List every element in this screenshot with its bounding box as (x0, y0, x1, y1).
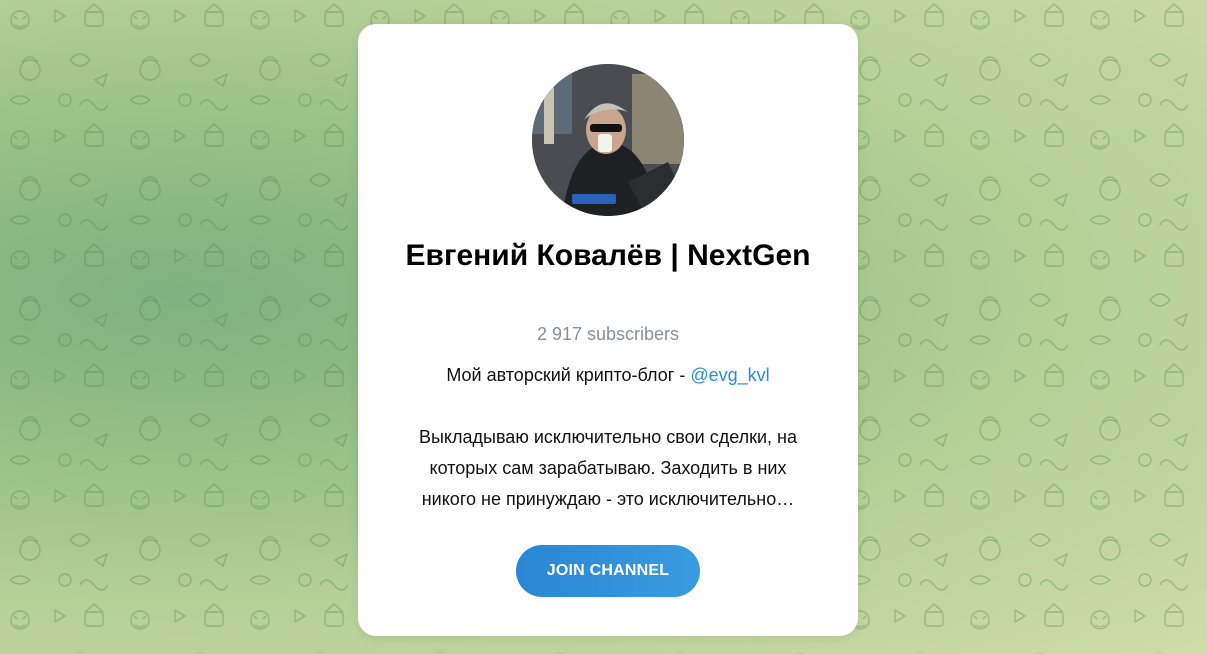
description-line: которых сам зарабатываю. Заходить в них (429, 458, 787, 478)
description-line: никого не принуждаю - это исключительно… (421, 489, 795, 509)
channel-title: Евгений Ковалёв | NextGen (405, 239, 811, 272)
subscriber-count: 2 917 subscribers (536, 324, 680, 344)
channel-card: Евгений Ковалёв | NextGen 2 917 subscrib… (358, 24, 858, 636)
description-line: Мой авторский крипто-блог - @evg_kvl (388, 360, 828, 391)
channel-avatar (532, 64, 684, 216)
join-channel-button[interactable]: JOIN CHANNEL (516, 545, 700, 597)
description-mention-link[interactable]: @evg_kvl (690, 365, 769, 385)
description-line: Выкладываю исключительно свои сделки, на (418, 427, 798, 447)
description-text: Мой авторский крипто-блог - (446, 365, 691, 385)
channel-description: Мой авторский крипто-блог - @evg_kvl Вык… (388, 360, 828, 515)
